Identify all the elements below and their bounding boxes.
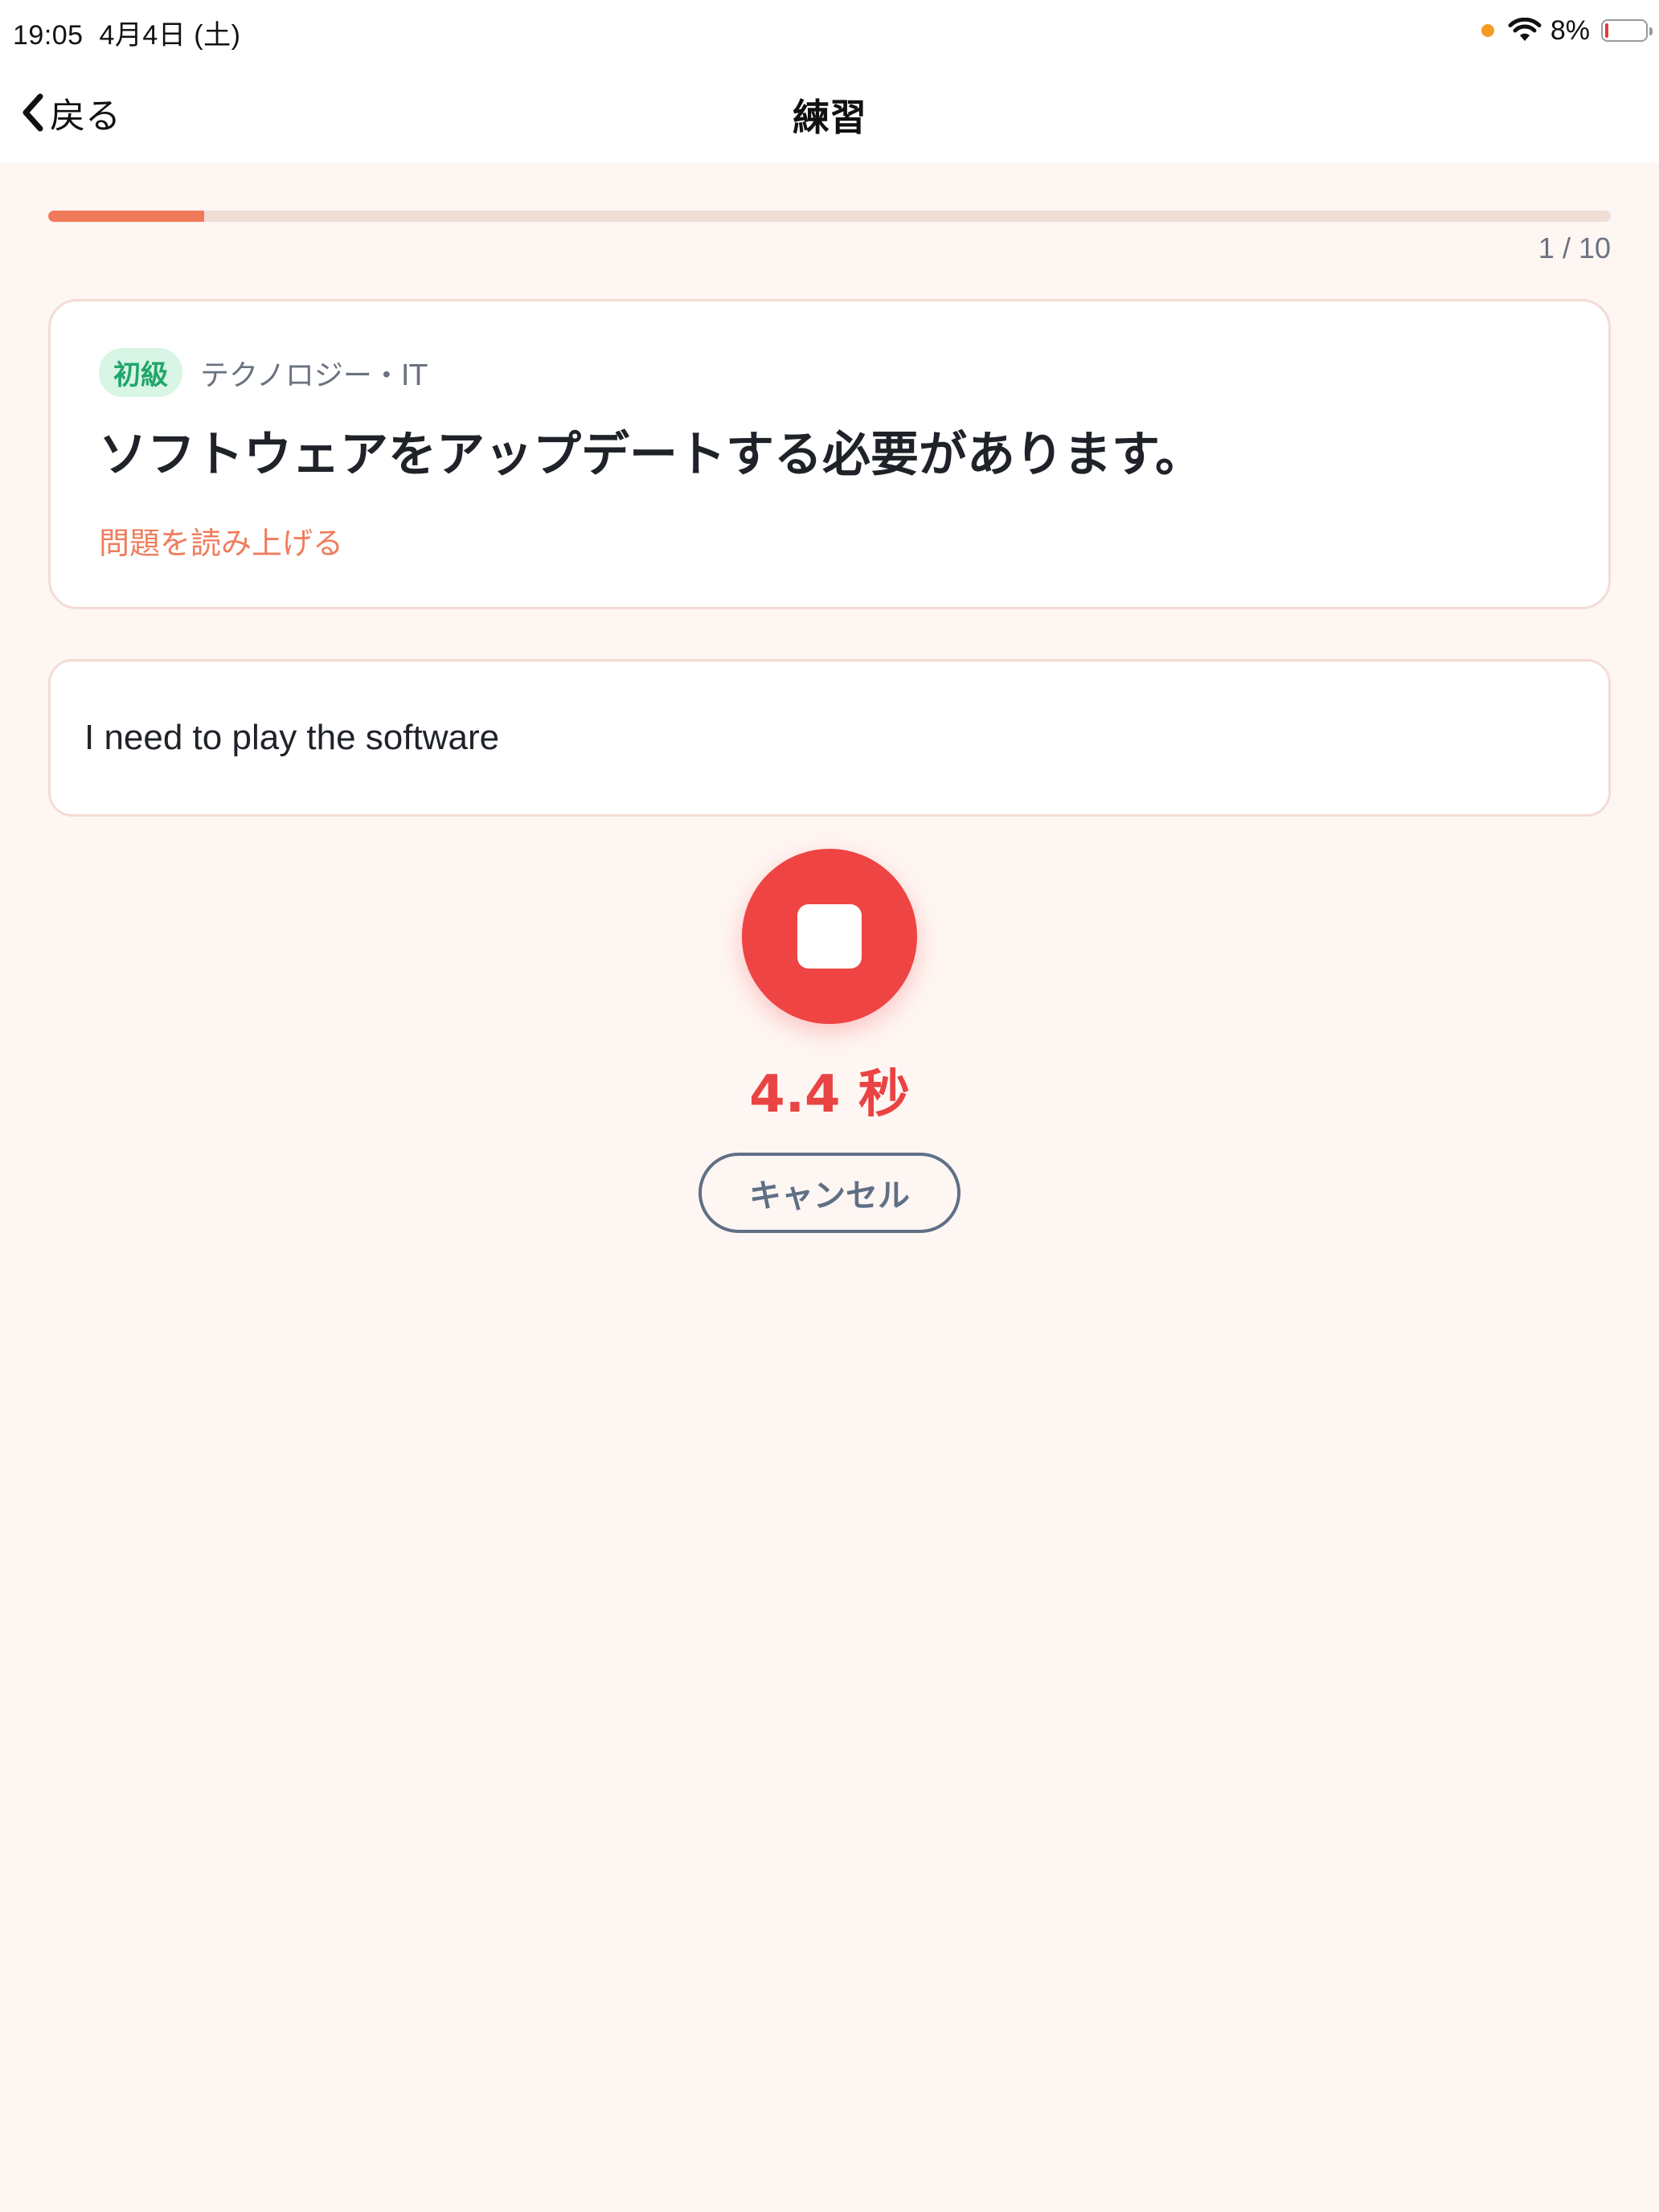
status-indicators: 8% xyxy=(1481,11,1653,50)
read-aloud-button[interactable]: 問題を読み上げる xyxy=(99,518,343,563)
orange-dot-indicator xyxy=(1481,24,1494,37)
status-time: 19:05 4月4日 (土) xyxy=(13,13,240,52)
level-badge: 初級 xyxy=(99,348,182,397)
question-card: 初級 テクノロジー・IT ソフトウェアをアップデートする必要があります。 問題を… xyxy=(48,299,1611,609)
status-bar: 19:05 4月4日 (土) 8% xyxy=(0,0,1659,64)
category-label: テクノロジー・IT xyxy=(200,358,428,392)
question-meta: 初級 テクノロジー・IT xyxy=(99,348,427,397)
recording-timer: 4.4 秒 xyxy=(749,1065,910,1124)
page-title: 練習 xyxy=(793,96,866,139)
progress-bar xyxy=(48,211,1611,222)
stop-icon xyxy=(797,904,862,969)
answer-box[interactable]: I need to play the software xyxy=(48,659,1611,817)
battery-percent: 8% xyxy=(1550,14,1590,46)
question-text: ソフトウェアをアップデートする必要があります。 xyxy=(99,427,1203,483)
stop-recording-button[interactable] xyxy=(742,849,917,1024)
wifi-icon xyxy=(1508,18,1542,41)
status-clock: 19:05 xyxy=(13,20,84,51)
cancel-button[interactable]: キャンセル xyxy=(698,1153,961,1233)
status-date: 4月4日 (土) xyxy=(99,20,241,51)
progress-fill xyxy=(48,211,205,222)
battery-fill xyxy=(1605,23,1608,38)
progress-count: 1 / 10 xyxy=(1538,231,1611,264)
nav-bar: 戻る 練習 xyxy=(0,64,1659,162)
answer-text: I need to play the software xyxy=(84,718,500,757)
battery-icon xyxy=(1601,19,1653,42)
